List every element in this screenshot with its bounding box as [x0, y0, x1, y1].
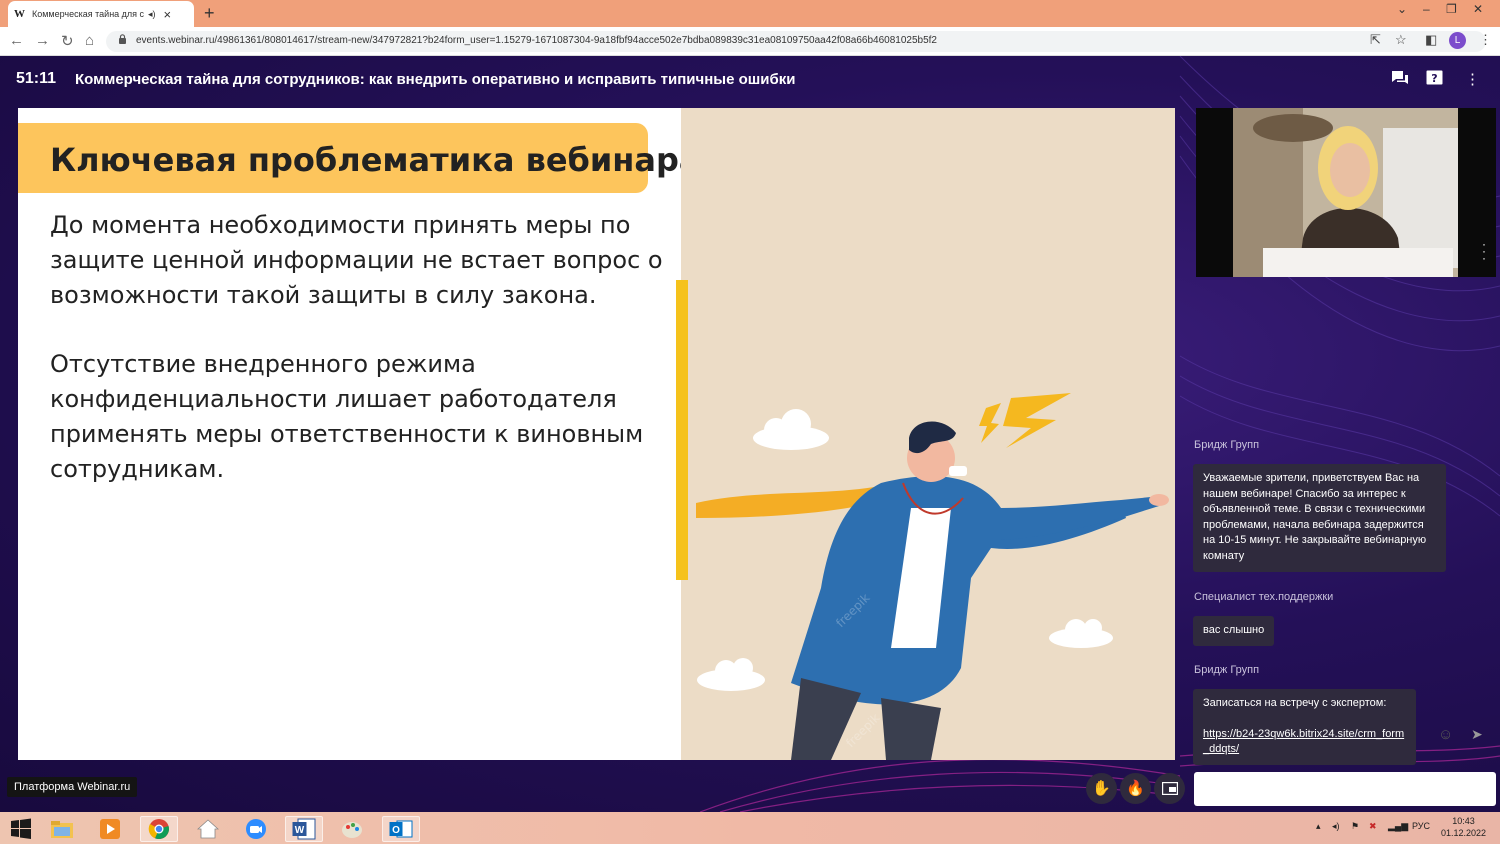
- slide-accent-bar: [676, 280, 688, 580]
- zoom-icon[interactable]: [237, 816, 275, 842]
- webinar-favicon: W: [14, 8, 25, 20]
- webinar-title: Коммерческая тайна для сотрудников: как …: [75, 71, 796, 88]
- svg-text:?: ?: [1431, 72, 1437, 85]
- home-icon[interactable]: ⌂: [85, 32, 94, 49]
- windows-taskbar: W O: [0, 812, 1500, 844]
- platform-badge[interactable]: Платформа Webinar.ru: [7, 777, 138, 797]
- network-icon[interactable]: ▂▄▆: [1388, 821, 1408, 832]
- reload-icon[interactable]: ↻: [61, 32, 74, 50]
- url-input[interactable]: events.webinar.ru/49861361/808014617/str…: [106, 31, 1486, 52]
- chat-author: Бридж Групп: [1194, 439, 1260, 451]
- emoji-icon[interactable]: ☺: [1438, 726, 1453, 743]
- raise-hand-button[interactable]: ✋: [1086, 773, 1117, 804]
- back-icon[interactable]: ←: [9, 32, 24, 49]
- chat-message-text: Уважаемые зрители, приветствуем Вас на н…: [1203, 472, 1427, 562]
- manager-whistle-illustration: freepik freepik: [696, 393, 1169, 760]
- chrome-taskbar-icon[interactable]: [140, 816, 178, 842]
- reaction-fire-button[interactable]: 🔥: [1120, 773, 1151, 804]
- bookmark-star-icon[interactable]: ☆: [1395, 32, 1407, 48]
- flag-icon[interactable]: ⚑: [1351, 821, 1359, 832]
- tab-search-icon[interactable]: ⌄: [1397, 2, 1407, 16]
- chat-message-input[interactable]: [1194, 772, 1496, 806]
- svg-text:O: O: [392, 825, 400, 836]
- webinar-room: 51:11 Коммерческая тайна для сотрудников…: [0, 56, 1500, 812]
- chat-message: вас слышно: [1193, 616, 1275, 646]
- forward-icon[interactable]: →: [35, 32, 50, 49]
- media-player-icon[interactable]: [91, 816, 129, 842]
- share-icon[interactable]: ⇱: [1370, 32, 1381, 48]
- chat-message: Записаться на встречу с экспертом: https…: [1193, 689, 1416, 765]
- chat-message-text: вас слышно: [1203, 624, 1265, 636]
- close-tab-icon[interactable]: ×: [164, 7, 172, 22]
- clock-date: 01.12.2022: [1441, 828, 1487, 838]
- question-icon[interactable]: ?: [1426, 70, 1443, 91]
- browser-tab-strip: W Коммерческая тайна для сотрудников ◂) …: [0, 0, 1500, 27]
- lock-icon: [119, 34, 126, 44]
- webinar-timer: 51:11: [16, 70, 57, 87]
- slide-illustration: freepik freepik: [681, 108, 1175, 760]
- speaker-icon[interactable]: ◂): [148, 9, 156, 20]
- picture-in-picture-button[interactable]: [1154, 773, 1185, 804]
- video-options-icon[interactable]: · · ·: [1482, 238, 1486, 264]
- send-icon[interactable]: ➤: [1471, 726, 1483, 743]
- language-indicator[interactable]: РУС: [1412, 821, 1430, 831]
- chat-message-link[interactable]: https://b24-23qw6k.bitrix24.site/crm_for…: [1203, 728, 1404, 756]
- close-window-icon[interactable]: ✕: [1473, 2, 1483, 16]
- presentation-slide: Ключевая проблематика вебинара До момент…: [18, 108, 1175, 760]
- chat-message: Уважаемые зрители, приветствуем Вас на н…: [1193, 464, 1446, 572]
- chat-author: Бридж Групп: [1194, 664, 1260, 676]
- tab-title: Коммерческая тайна для сотрудников: [32, 9, 144, 19]
- volume-icon[interactable]: ◂): [1332, 821, 1340, 832]
- chat-message-text: Записаться на встречу с экспертом:: [1203, 697, 1387, 709]
- antivirus-icon[interactable]: ✖: [1369, 821, 1377, 832]
- paint-icon[interactable]: [333, 816, 371, 842]
- presenter-camera-feed: [1233, 108, 1458, 277]
- browser-tab[interactable]: W Коммерческая тайна для сотрудников ◂) …: [8, 1, 194, 27]
- word-icon[interactable]: W: [285, 816, 323, 842]
- tray-expand-icon[interactable]: ▴: [1316, 821, 1321, 832]
- slide-paragraph-2: Отсутствие внедренного режима конфиденци…: [50, 350, 644, 483]
- minimize-icon[interactable]: –: [1423, 2, 1430, 16]
- clock-time: 10:43: [1452, 816, 1475, 826]
- profile-avatar[interactable]: L: [1449, 32, 1466, 49]
- slide-heading-banner: Ключевая проблематика вебинара: [18, 123, 700, 193]
- chat-author: Специалист тех.поддержки: [1194, 591, 1334, 603]
- chat-icon[interactable]: [1391, 70, 1409, 90]
- svg-text:W: W: [295, 825, 305, 836]
- more-options-icon[interactable]: ⋮: [1465, 70, 1480, 88]
- restore-icon[interactable]: ❐: [1446, 2, 1457, 16]
- slide-heading: Ключевая проблематика вебинара: [50, 141, 701, 179]
- outlook-icon[interactable]: O: [382, 816, 420, 842]
- home-app-icon[interactable]: [189, 816, 227, 842]
- new-tab-button[interactable]: +: [204, 3, 215, 24]
- presenter-video[interactable]: [1196, 108, 1496, 277]
- address-bar-row: ← → ↻ ⌂ events.webinar.ru/49861361/80801…: [0, 27, 1500, 56]
- windows-start-icon[interactable]: [2, 816, 40, 842]
- file-explorer-icon[interactable]: [43, 816, 81, 842]
- side-panel-icon[interactable]: ◧: [1425, 32, 1437, 48]
- slide-paragraph-1: До момента необходимости принять меры по…: [50, 211, 663, 309]
- browser-menu-icon[interactable]: ⋮: [1479, 32, 1492, 48]
- system-clock[interactable]: 10:43 01.12.2022: [1441, 815, 1486, 839]
